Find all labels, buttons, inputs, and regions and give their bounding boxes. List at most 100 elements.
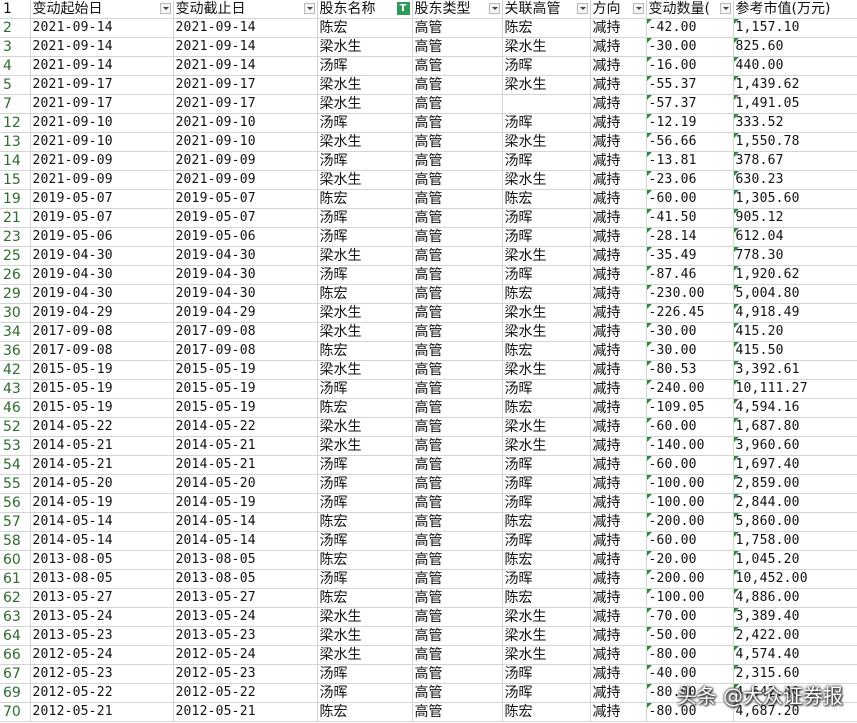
cell-related-exec[interactable]: 梁水生 <box>502 132 591 152</box>
row-number[interactable]: 3 <box>0 37 31 57</box>
cell-end-date[interactable]: 2014-05-21 <box>173 455 318 475</box>
cell-holder-name[interactable]: 陈宏 <box>317 189 413 209</box>
cell-related-exec[interactable]: 陈宏 <box>502 341 591 361</box>
cell-related-exec[interactable]: 汤晖 <box>502 56 591 76</box>
cell-start-date[interactable]: 2021-09-17 <box>30 75 174 95</box>
cell-direction[interactable]: 减持 <box>590 37 647 57</box>
cell-direction[interactable]: 减持 <box>590 607 647 627</box>
cell-end-date[interactable]: 2017-09-08 <box>173 322 318 342</box>
cell-start-date[interactable]: 2019-05-06 <box>30 227 174 247</box>
cell-end-date[interactable]: 2014-05-22 <box>173 417 318 437</box>
cell-holder-name[interactable]: 汤晖 <box>317 493 413 513</box>
cell-start-date[interactable]: 2021-09-10 <box>30 113 174 133</box>
cell-end-date[interactable]: 2021-09-09 <box>173 170 318 190</box>
row-number[interactable]: 7 <box>0 94 31 114</box>
cell-change-qty[interactable]: -230.00 <box>646 284 734 304</box>
cell-end-date[interactable]: 2014-05-21 <box>173 436 318 456</box>
cell-direction[interactable]: 减持 <box>590 379 647 399</box>
cell-end-date[interactable]: 2021-09-10 <box>173 132 318 152</box>
cell-related-exec[interactable]: 汤晖 <box>502 683 591 703</box>
cell-holder-type[interactable]: 高管 <box>412 37 503 57</box>
cell-change-qty[interactable]: -13.81 <box>646 151 734 171</box>
cell-change-qty[interactable]: -100.00 <box>646 588 734 608</box>
cell-market-value[interactable]: 333.52 <box>733 113 857 133</box>
cell-holder-name[interactable]: 陈宏 <box>317 702 413 722</box>
cell-market-value[interactable]: 3,392.61 <box>733 360 857 380</box>
cell-change-qty[interactable]: -50.00 <box>646 626 734 646</box>
header-holder-type[interactable]: 股东类型 <box>412 0 503 19</box>
cell-start-date[interactable]: 2014-05-14 <box>30 531 174 551</box>
cell-holder-type[interactable]: 高管 <box>412 227 503 247</box>
cell-end-date[interactable]: 2014-05-20 <box>173 474 318 494</box>
cell-end-date[interactable]: 2019-05-07 <box>173 189 318 209</box>
cell-holder-name[interactable]: 梁水生 <box>317 626 413 646</box>
cell-change-qty[interactable]: -20.00 <box>646 550 734 570</box>
row-number[interactable]: 29 <box>0 284 31 304</box>
row-number[interactable]: 42 <box>0 360 31 380</box>
cell-holder-type[interactable]: 高管 <box>412 512 503 532</box>
cell-start-date[interactable]: 2021-09-09 <box>30 151 174 171</box>
cell-related-exec[interactable] <box>502 94 591 114</box>
cell-market-value[interactable]: 1,157.10 <box>733 18 857 38</box>
cell-related-exec[interactable]: 汤晖 <box>502 227 591 247</box>
cell-direction[interactable]: 减持 <box>590 170 647 190</box>
filter-dropdown-icon[interactable] <box>488 3 500 14</box>
cell-related-exec[interactable]: 梁水生 <box>502 303 591 323</box>
cell-direction[interactable]: 减持 <box>590 550 647 570</box>
cell-direction[interactable]: 减持 <box>590 474 647 494</box>
cell-holder-type[interactable]: 高管 <box>412 702 503 722</box>
cell-start-date[interactable]: 2012-05-22 <box>30 683 174 703</box>
cell-holder-type[interactable]: 高管 <box>412 607 503 627</box>
cell-market-value[interactable]: 2,422.00 <box>733 626 857 646</box>
cell-direction[interactable]: 减持 <box>590 151 647 171</box>
cell-holder-name[interactable]: 梁水生 <box>317 322 413 342</box>
cell-start-date[interactable]: 2017-09-08 <box>30 322 174 342</box>
cell-start-date[interactable]: 2021-09-14 <box>30 37 174 57</box>
cell-related-exec[interactable]: 陈宏 <box>502 398 591 418</box>
cell-holder-type[interactable]: 高管 <box>412 151 503 171</box>
row-number[interactable]: 63 <box>0 607 31 627</box>
cell-direction[interactable]: 减持 <box>590 56 647 76</box>
row-number[interactable]: 23 <box>0 227 31 247</box>
cell-end-date[interactable]: 2021-09-14 <box>173 56 318 76</box>
cell-start-date[interactable]: 2019-04-29 <box>30 303 174 323</box>
header-direction[interactable]: 方向 <box>590 0 647 19</box>
cell-start-date[interactable]: 2013-05-27 <box>30 588 174 608</box>
cell-change-qty[interactable]: -80.00 <box>646 645 734 665</box>
cell-change-qty[interactable]: -41.50 <box>646 208 734 228</box>
cell-direction[interactable]: 减持 <box>590 360 647 380</box>
cell-holder-type[interactable]: 高管 <box>412 360 503 380</box>
cell-market-value[interactable]: 1,697.40 <box>733 455 857 475</box>
cell-related-exec[interactable]: 梁水生 <box>502 75 591 95</box>
row-number[interactable]: 61 <box>0 569 31 589</box>
cell-market-value[interactable]: 905.12 <box>733 208 857 228</box>
cell-change-qty[interactable]: -200.00 <box>646 569 734 589</box>
cell-market-value[interactable]: 1,550.78 <box>733 132 857 152</box>
row-number[interactable]: 21 <box>0 208 31 228</box>
cell-end-date[interactable]: 2021-09-14 <box>173 18 318 38</box>
cell-end-date[interactable]: 2013-05-27 <box>173 588 318 608</box>
header-holder-name[interactable]: 股东名称 T <box>317 0 413 19</box>
cell-direction[interactable]: 减持 <box>590 645 647 665</box>
cell-end-date[interactable]: 2017-09-08 <box>173 341 318 361</box>
header-market-value[interactable]: 参考市值(万元) <box>733 0 857 19</box>
cell-change-qty[interactable]: -56.66 <box>646 132 734 152</box>
cell-direction[interactable]: 减持 <box>590 208 647 228</box>
cell-related-exec[interactable]: 汤晖 <box>502 664 591 684</box>
row-number[interactable]: 25 <box>0 246 31 266</box>
cell-end-date[interactable]: 2019-05-07 <box>173 208 318 228</box>
cell-direction[interactable]: 减持 <box>590 341 647 361</box>
cell-market-value[interactable]: 10,452.00 <box>733 569 857 589</box>
cell-market-value[interactable]: 10,111.27 <box>733 379 857 399</box>
cell-holder-name[interactable]: 汤晖 <box>317 474 413 494</box>
cell-related-exec[interactable]: 梁水生 <box>502 322 591 342</box>
row-number[interactable]: 14 <box>0 151 31 171</box>
cell-related-exec[interactable]: 梁水生 <box>502 607 591 627</box>
cell-holder-name[interactable]: 梁水生 <box>317 94 413 114</box>
cell-holder-name[interactable]: 梁水生 <box>317 75 413 95</box>
cell-start-date[interactable]: 2012-05-24 <box>30 645 174 665</box>
cell-holder-type[interactable]: 高管 <box>412 398 503 418</box>
cell-end-date[interactable]: 2015-05-19 <box>173 398 318 418</box>
cell-change-qty[interactable]: -30.00 <box>646 322 734 342</box>
row-number[interactable]: 30 <box>0 303 31 323</box>
